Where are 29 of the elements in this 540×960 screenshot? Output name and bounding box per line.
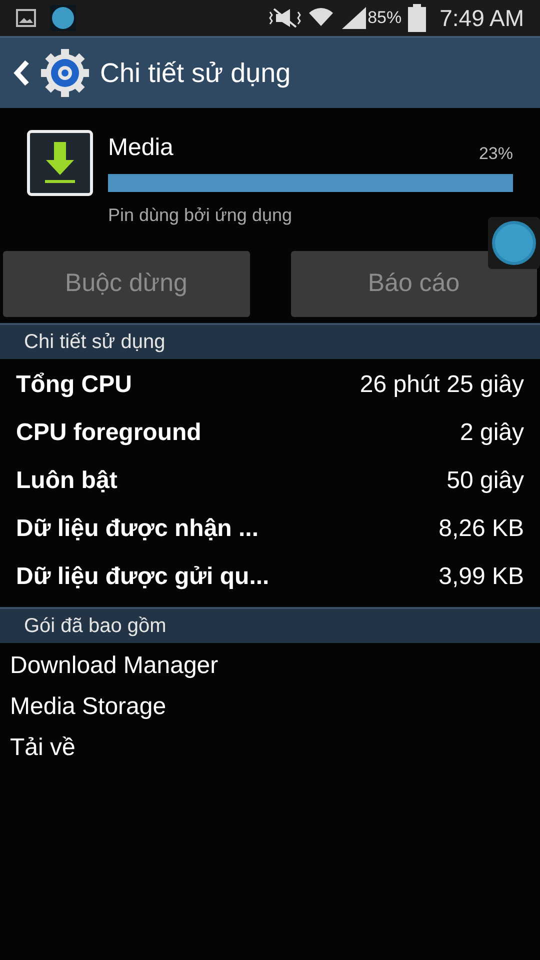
app-notification-icon (50, 5, 76, 31)
app-name: Media (108, 133, 174, 163)
clock: 7:49 AM (440, 4, 524, 33)
mute-icon (268, 7, 302, 29)
package-name: Download Manager (10, 650, 218, 680)
gear-icon (40, 48, 90, 98)
usage-description: Pin dùng bởi ứng dụng (108, 204, 293, 227)
usage-value: 3,99 KB (438, 562, 524, 592)
usage-label: Dữ liệu được gửi qu... (16, 562, 270, 592)
section-title: Chi tiết sử dụng (24, 330, 166, 355)
section-title: Gói đã bao gồm (24, 614, 166, 639)
screen-title: Chi tiết sử dụng (100, 56, 291, 90)
picture-notification-icon (16, 9, 36, 27)
battery-icon (408, 4, 426, 32)
usage-value: 8,26 KB (438, 514, 524, 544)
usage-label: CPU foreground (16, 418, 202, 448)
usage-label: Dữ liệu được nhận ... (16, 514, 259, 544)
back-icon[interactable] (12, 59, 30, 87)
signal-icon (342, 7, 366, 29)
download-icon (27, 130, 93, 196)
battery-percent: 85% (368, 7, 402, 30)
usage-label: Luôn bật (16, 466, 118, 496)
usage-value: 50 giây (446, 466, 524, 496)
package-name: Media Storage (10, 692, 166, 722)
usage-value: 2 giây (460, 418, 524, 448)
package-name: Tải về (10, 732, 76, 762)
usage-value: 26 phút 25 giây (360, 370, 524, 400)
usage-percent: 23% (478, 142, 513, 164)
usage-label: Tổng CPU (16, 370, 132, 400)
